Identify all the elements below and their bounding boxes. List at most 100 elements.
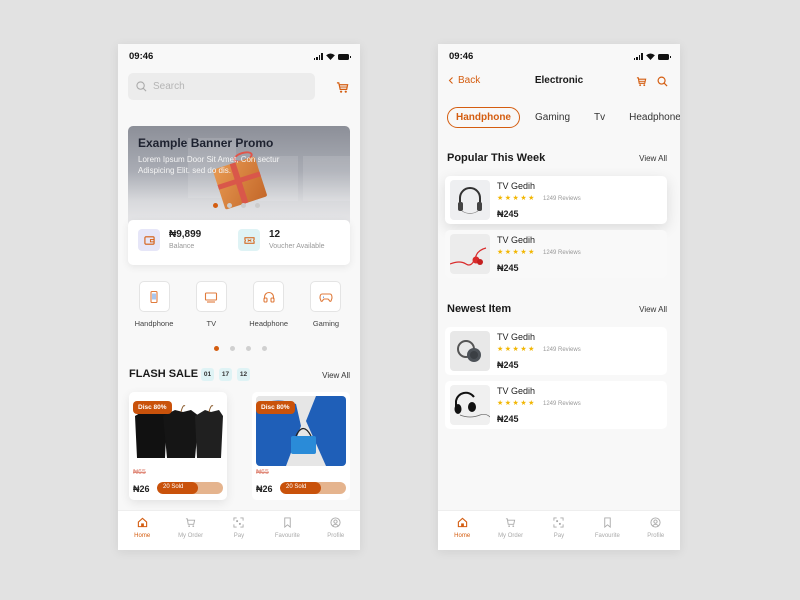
discount-badge: Disc 80% — [133, 401, 172, 414]
tab-pay[interactable]: Pay — [217, 517, 261, 550]
product-card[interactable]: TV Gedih ★★★★★ 1249 Reviews ₦245 — [445, 230, 667, 278]
tab-my-order[interactable]: My Order — [169, 517, 213, 550]
tab-pay[interactable]: Pay — [537, 517, 581, 550]
flash-sale-title: FLASH SALE — [129, 368, 199, 380]
tab-my-order[interactable]: My Order — [489, 517, 533, 550]
tab-label: Favourite — [594, 533, 620, 539]
battery-icon — [658, 54, 671, 60]
rating-stars: ★★★★★ — [497, 249, 536, 256]
product-name: TV Gedih — [497, 386, 536, 396]
rating-stars: ★★★★★ — [497, 195, 536, 202]
voucher-label: Voucher Available — [269, 243, 325, 250]
voucher-value: 12 — [269, 229, 281, 240]
page-dot[interactable] — [246, 346, 251, 351]
banner-subtitle: Lorem Ipsum Door Sit Amet, Con sectur Ad… — [138, 155, 280, 175]
category-chips: Handphone Gaming Tv Headphone — [447, 107, 680, 128]
sold-progress: 20 Sold — [280, 482, 346, 494]
timer-hours: 01 — [201, 368, 214, 381]
tab-label: Home — [134, 533, 151, 539]
old-price: ₦65 — [256, 469, 269, 476]
search-input[interactable]: Search — [128, 73, 315, 100]
page-dot[interactable] — [262, 346, 267, 351]
banner-dot[interactable] — [241, 203, 246, 208]
popular-view-all[interactable]: View All — [639, 154, 667, 163]
product-name: TV Gedih — [497, 332, 536, 342]
flash-sale-card[interactable]: Disc 80% ₦65 ₦26 20 Sold — [129, 392, 227, 500]
product-image-headphone — [450, 331, 490, 371]
balance-item[interactable]: ₦9,899 Balance — [138, 229, 201, 251]
tv-icon — [205, 291, 218, 303]
balance-label: Balance — [169, 243, 195, 250]
category-pagination[interactable] — [214, 346, 267, 351]
product-price: ₦245 — [497, 414, 519, 424]
search-icon — [136, 81, 147, 92]
signal-icon — [313, 53, 323, 60]
cart-icon — [505, 518, 516, 527]
tab-profile[interactable]: Profile — [634, 517, 678, 550]
timer-seconds: 12 — [237, 368, 250, 381]
bookmark-icon — [604, 517, 611, 528]
cart-icon[interactable] — [636, 76, 647, 87]
timer-minutes: 17 — [219, 368, 232, 381]
category-gaming[interactable]: Gaming — [306, 281, 346, 328]
sold-label: 20 Sold — [286, 484, 307, 490]
banner-dot[interactable] — [255, 203, 260, 208]
newest-title: Newest Item — [447, 303, 512, 315]
status-time: 09:46 — [129, 51, 154, 62]
page-dot[interactable] — [230, 346, 235, 351]
chip-gaming[interactable]: Gaming — [526, 107, 579, 128]
category-list: Handphone TV Headphone Gaming — [134, 281, 346, 328]
product-price: ₦245 — [497, 360, 519, 370]
product-card[interactable]: TV Gedih ★★★★★ 1249 Reviews ₦245 — [445, 327, 667, 375]
chip-headphone[interactable]: Headphone — [620, 107, 680, 128]
headphone-icon — [263, 291, 275, 303]
tab-label: Profile — [327, 533, 345, 539]
tab-label: Profile — [647, 533, 665, 539]
tab-profile[interactable]: Profile — [314, 517, 358, 550]
old-price: ₦65 — [133, 469, 146, 476]
discount-badge: Disc 80% — [256, 401, 295, 414]
voucher-item[interactable]: 12 Voucher Available — [238, 229, 325, 251]
product-name: TV Gedih — [497, 181, 536, 191]
category-label: Handphone — [134, 319, 174, 328]
tab-label: My Order — [498, 533, 524, 539]
cart-icon[interactable] — [336, 81, 349, 94]
chip-handphone[interactable]: Handphone — [447, 107, 520, 128]
sale-price: ₦26 — [133, 484, 150, 494]
rating-stars: ★★★★★ — [497, 400, 536, 407]
chip-tv[interactable]: Tv — [585, 107, 614, 128]
category-tv[interactable]: TV — [191, 281, 231, 328]
page-dot[interactable] — [214, 346, 219, 351]
flash-sale-timer: 01 17 12 — [201, 368, 250, 381]
category-handphone[interactable]: Handphone — [134, 281, 174, 328]
scan-icon — [553, 517, 565, 528]
banner-dot[interactable] — [213, 203, 218, 208]
phone-icon — [150, 290, 158, 303]
banner-dot[interactable] — [227, 203, 232, 208]
tab-favourite[interactable]: Favourite — [265, 517, 309, 550]
tab-favourite[interactable]: Favourite — [585, 517, 629, 550]
flash-sale-view-all[interactable]: View All — [322, 371, 350, 380]
profile-icon — [330, 517, 341, 528]
promo-banner[interactable]: Example Banner Promo Lorem Ipsum Door Si… — [128, 126, 350, 226]
voucher-icon — [238, 229, 260, 251]
search-icon[interactable] — [657, 76, 668, 87]
newest-view-all[interactable]: View All — [639, 305, 667, 314]
product-image-headphone — [450, 180, 490, 220]
flash-sale-card[interactable]: Disc 80% ₦65 ₦26 20 Sold — [252, 392, 350, 500]
category-headphone[interactable]: Headphone — [249, 281, 289, 328]
gamepad-icon — [319, 292, 333, 302]
status-time: 09:46 — [449, 51, 474, 62]
top-nav: Back Electronic — [438, 74, 680, 90]
signal-icon — [633, 53, 643, 60]
category-label: Headphone — [249, 319, 289, 328]
product-card[interactable]: TV Gedih ★★★★★ 1249 Reviews ₦245 — [445, 381, 667, 429]
tab-label: My Order — [178, 533, 204, 539]
tab-home[interactable]: Home — [120, 517, 164, 550]
tab-home[interactable]: Home — [440, 517, 484, 550]
banner-pagination[interactable] — [213, 203, 260, 208]
tab-label: Pay — [553, 533, 565, 539]
status-bar: 09:46 — [118, 44, 360, 70]
electronic-screen: 09:46 Back Electronic Handphone Gaming T… — [438, 44, 680, 550]
product-card[interactable]: TV Gedih ★★★★★ 1249 Reviews ₦245 — [445, 176, 667, 224]
